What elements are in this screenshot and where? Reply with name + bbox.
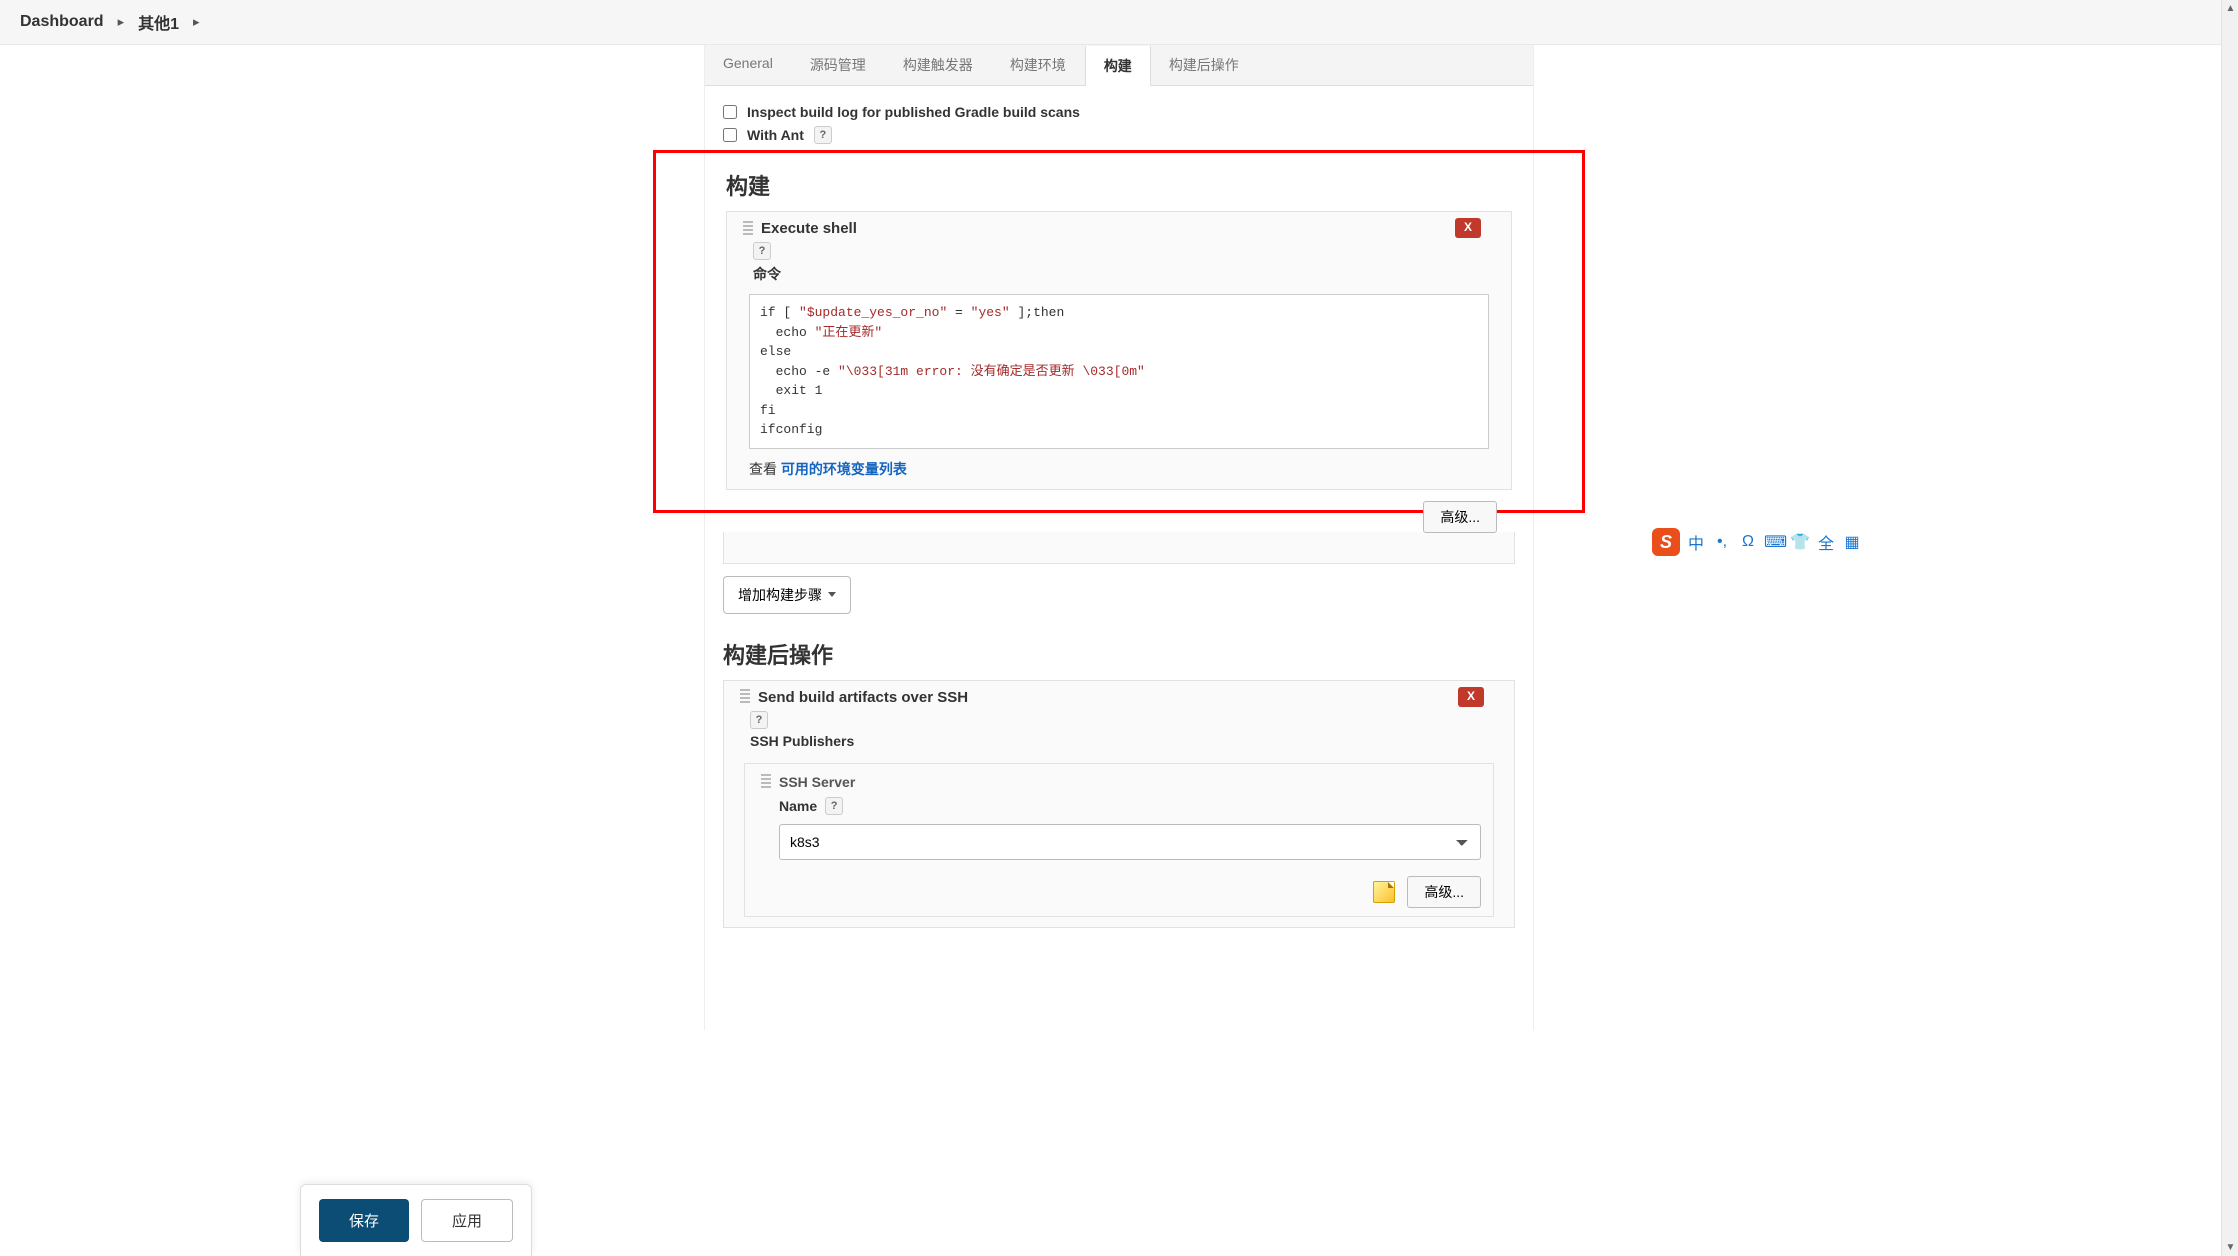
drag-handle-icon[interactable]	[743, 221, 753, 237]
inspect-gradle-row[interactable]: Inspect build log for published Gradle b…	[723, 104, 1515, 120]
build-section-title: 构建	[726, 169, 1512, 201]
note-icon[interactable]	[1373, 881, 1395, 903]
tab-build[interactable]: 构建	[1085, 46, 1151, 86]
caret-down-icon	[828, 592, 836, 597]
tab-scm[interactable]: 源码管理	[792, 45, 885, 85]
post-section-title: 构建后操作	[723, 638, 1515, 670]
inspect-gradle-checkbox[interactable]	[723, 105, 737, 119]
advanced-button[interactable]: 高级...	[1407, 876, 1481, 908]
ssh-server-heading: SSH Server	[779, 774, 855, 790]
env-list-link[interactable]: 可用的环境变量列表	[781, 461, 907, 477]
inspect-gradle-label: Inspect build log for published Gradle b…	[747, 104, 1080, 120]
build-step-execute-shell: X Execute shell ? 命令 if [ "$update_yes_o…	[726, 211, 1512, 490]
scroll-up-icon[interactable]: ▲	[2222, 0, 2238, 17]
ime-punct-icon[interactable]: •,	[1712, 533, 1732, 551]
vertical-scrollbar[interactable]: ▲ ▼	[2221, 0, 2238, 1256]
step-title: Send build artifacts over SSH	[758, 689, 968, 706]
tab-env[interactable]: 构建环境	[992, 45, 1085, 85]
footer-action-bar: 保存 应用	[300, 1184, 532, 1256]
help-icon[interactable]: ?	[814, 126, 832, 144]
server-name-label: Name	[779, 794, 817, 818]
breadcrumb-item[interactable]: 其他1	[138, 10, 179, 34]
ime-logo-icon[interactable]: S	[1652, 528, 1680, 556]
with-ant-row[interactable]: With Ant ?	[723, 126, 1515, 144]
delete-step-button[interactable]: X	[1455, 218, 1481, 238]
config-panel: General 源码管理 构建触发器 构建环境 构建 构建后操作 Inspect…	[704, 45, 1534, 1030]
help-icon[interactable]: ?	[825, 797, 843, 815]
save-button[interactable]: 保存	[319, 1199, 409, 1242]
chevron-right-icon: ▸	[118, 14, 125, 30]
breadcrumb: Dashboard ▸ 其他1 ▸	[0, 0, 2238, 45]
see-prefix: 查看	[749, 461, 781, 477]
advanced-button[interactable]: 高级...	[1423, 501, 1497, 533]
config-tabs: General 源码管理 构建触发器 构建环境 构建 构建后操作	[705, 45, 1533, 86]
ssh-server-block: SSH Server Name ? k8s3 高级...	[744, 763, 1494, 917]
apply-button[interactable]: 应用	[421, 1199, 513, 1242]
shell-command-editor[interactable]: if [ "$update_yes_or_no" = "yes" ];then …	[749, 294, 1489, 449]
post-step-ssh: X Send build artifacts over SSH ? SSH Pu…	[723, 680, 1515, 928]
ime-keyboard-icon[interactable]: ⌨	[1764, 532, 1784, 552]
add-build-step-button[interactable]: 增加构建步骤	[723, 576, 851, 614]
ime-omega-icon[interactable]: Ω	[1738, 533, 1758, 551]
ssh-server-select[interactable]: k8s3	[779, 824, 1481, 860]
chevron-right-icon: ▸	[193, 14, 200, 30]
help-icon[interactable]: ?	[753, 242, 771, 260]
tab-triggers[interactable]: 构建触发器	[885, 45, 992, 85]
highlight-box: 构建 X Execute shell ? 命令 if [ "$update_ye…	[653, 150, 1585, 513]
env-list-row: 查看 可用的环境变量列表	[727, 455, 1511, 479]
step-title: Execute shell	[761, 220, 857, 237]
breadcrumb-root[interactable]: Dashboard	[20, 13, 104, 31]
ime-toolbar[interactable]: S 中 •, Ω ⌨ 👕 全 ▦	[1646, 525, 1868, 559]
ssh-publishers-label: SSH Publishers	[750, 729, 1514, 753]
drag-handle-icon[interactable]	[761, 774, 771, 790]
drag-handle-icon[interactable]	[740, 689, 750, 705]
command-label: 命令	[753, 260, 1511, 288]
help-icon[interactable]: ?	[750, 711, 768, 729]
with-ant-label: With Ant	[747, 127, 804, 143]
scroll-down-icon[interactable]: ▼	[2222, 1239, 2238, 1256]
ime-zh-icon[interactable]: 中	[1686, 530, 1706, 554]
tab-general[interactable]: General	[705, 45, 792, 85]
ime-skin-icon[interactable]: 👕	[1790, 532, 1810, 552]
with-ant-checkbox[interactable]	[723, 128, 737, 142]
delete-step-button[interactable]: X	[1458, 687, 1484, 707]
add-build-step-label: 增加构建步骤	[738, 585, 822, 605]
tab-post[interactable]: 构建后操作	[1151, 45, 1258, 85]
ime-full-icon[interactable]: 全	[1816, 530, 1836, 554]
ime-grid-icon[interactable]: ▦	[1842, 532, 1862, 552]
